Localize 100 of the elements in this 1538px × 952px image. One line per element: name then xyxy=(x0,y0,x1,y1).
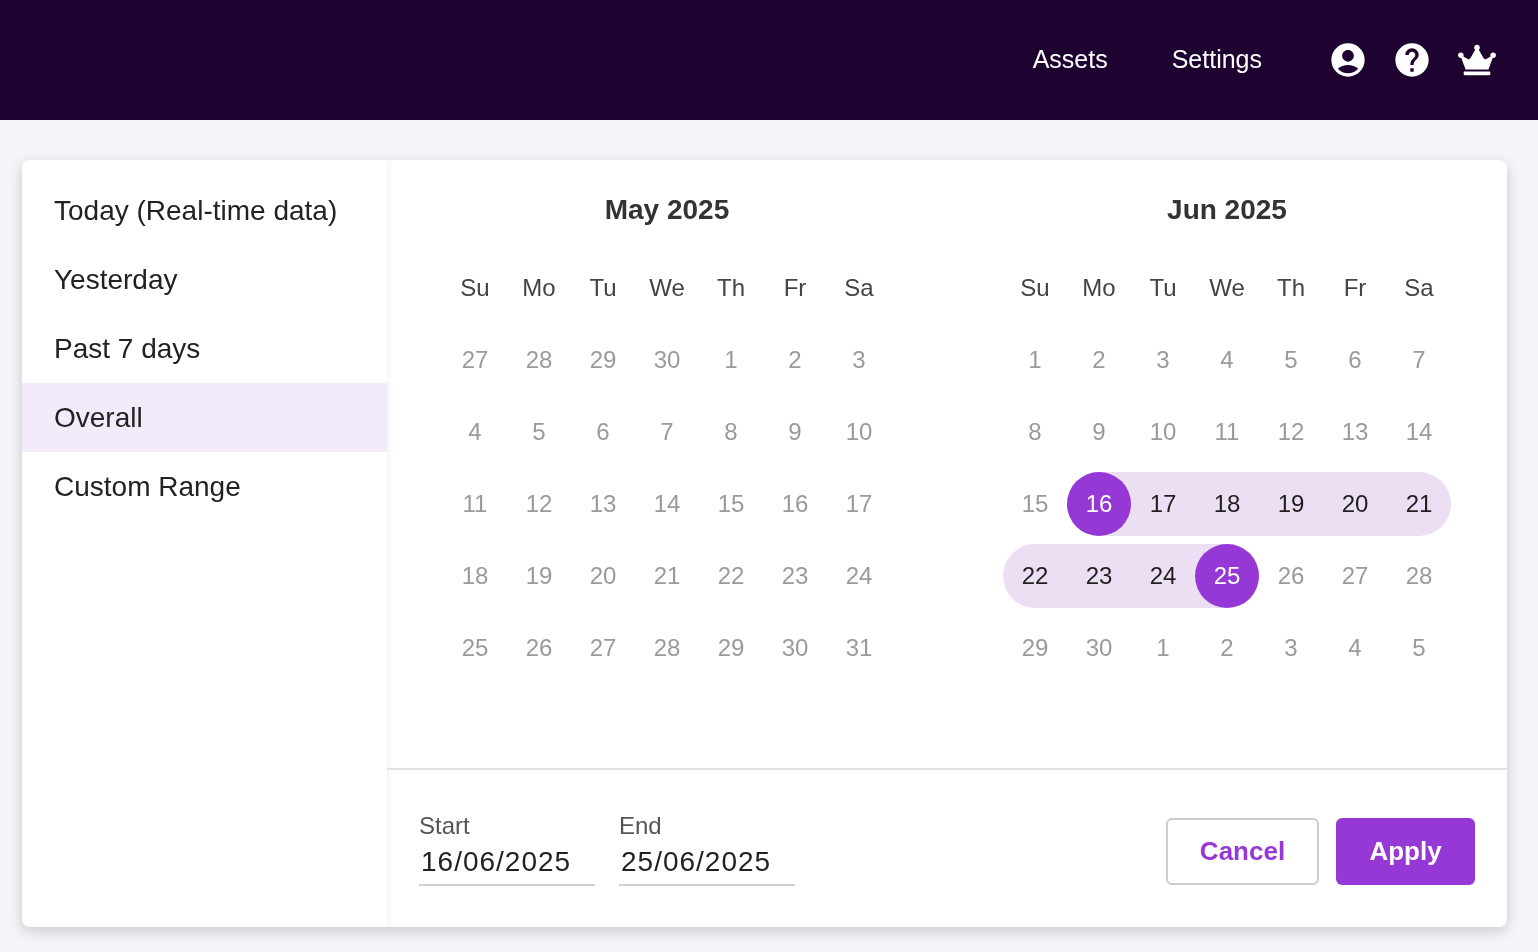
preset-item[interactable]: Yesterday xyxy=(22,245,387,314)
calendar-day[interactable]: 26 xyxy=(1259,544,1323,608)
calendar-day[interactable]: 26 xyxy=(507,616,571,680)
calendar-day[interactable]: 11 xyxy=(443,472,507,536)
weekday-label: Fr xyxy=(1342,273,1368,303)
calendar-day[interactable]: 6 xyxy=(1323,328,1387,392)
calendar-day[interactable]: 28 xyxy=(1387,544,1451,608)
weekday-label: Su xyxy=(459,273,491,303)
date-input[interactable]: 16/06/2025 xyxy=(419,839,595,886)
calendar-day[interactable]: 8 xyxy=(1003,400,1067,464)
weekday-label: Mo xyxy=(521,273,557,303)
calendar-day[interactable]: 3 xyxy=(827,328,891,392)
calendar-day[interactable]: 14 xyxy=(1387,400,1451,464)
weekday-label: Th xyxy=(1276,273,1306,303)
calendar-day[interactable]: 15 xyxy=(1003,472,1067,536)
date-input[interactable]: 25/06/2025 xyxy=(619,839,795,886)
date-label: End xyxy=(619,810,663,840)
calendar-day[interactable]: 15 xyxy=(699,472,763,536)
preset-item[interactable]: Today (Real-time data) xyxy=(22,176,387,245)
calendar-day[interactable]: 13 xyxy=(1323,400,1387,464)
calendar-day[interactable]: 25 xyxy=(1195,544,1259,608)
calendar-day[interactable]: 16 xyxy=(1067,472,1131,536)
calendar-day[interactable]: 12 xyxy=(507,472,571,536)
date-label: Start xyxy=(419,810,471,840)
calendar-day[interactable]: 27 xyxy=(1323,544,1387,608)
calendar-day[interactable]: 10 xyxy=(827,400,891,464)
calendar-day[interactable]: 2 xyxy=(1195,616,1259,680)
calendar-day[interactable]: 3 xyxy=(1131,328,1195,392)
calendar-day[interactable]: 17 xyxy=(827,472,891,536)
calendar-day[interactable]: 22 xyxy=(1003,544,1067,608)
calendar-day[interactable]: 28 xyxy=(507,328,571,392)
calendar-day[interactable]: 29 xyxy=(699,616,763,680)
calendar-day[interactable]: 12 xyxy=(1259,400,1323,464)
calendar-day[interactable]: 20 xyxy=(1323,472,1387,536)
weekday-label: We xyxy=(648,273,686,303)
calendar-day[interactable]: 19 xyxy=(507,544,571,608)
weekday-label: Su xyxy=(1019,273,1051,303)
calendar-day[interactable]: 30 xyxy=(763,616,827,680)
calendar-day[interactable]: 6 xyxy=(571,400,635,464)
weekday-label: Tu xyxy=(588,273,618,303)
calendar-day[interactable]: 30 xyxy=(1067,616,1131,680)
account-icon[interactable] xyxy=(1328,40,1368,80)
calendar-day[interactable]: 28 xyxy=(635,616,699,680)
weekday-label: Fr xyxy=(782,273,808,303)
month-title: May 2025 xyxy=(603,193,731,227)
calendar-day[interactable]: 1 xyxy=(699,328,763,392)
calendar-day[interactable]: 24 xyxy=(1131,544,1195,608)
calendar-day[interactable]: 4 xyxy=(1323,616,1387,680)
calendar-day[interactable]: 9 xyxy=(763,400,827,464)
calendar-day[interactable]: 27 xyxy=(571,616,635,680)
calendar-day[interactable]: 11 xyxy=(1195,400,1259,464)
nav-link[interactable]: Settings xyxy=(1171,41,1262,79)
preset-item[interactable]: Custom Range xyxy=(22,452,387,521)
calendar-day[interactable]: 2 xyxy=(763,328,827,392)
help-icon[interactable] xyxy=(1392,40,1432,80)
month-title: Jun 2025 xyxy=(1166,193,1288,227)
calendar-day[interactable]: 29 xyxy=(1003,616,1067,680)
calendar-day[interactable]: 10 xyxy=(1131,400,1195,464)
calendar-day[interactable]: 17 xyxy=(1131,472,1195,536)
preset-item[interactable]: Overall xyxy=(22,383,387,452)
calendar-day[interactable]: 14 xyxy=(635,472,699,536)
calendar-day[interactable]: 19 xyxy=(1259,472,1323,536)
calendar-day[interactable]: 3 xyxy=(1259,616,1323,680)
calendar-day[interactable]: 30 xyxy=(635,328,699,392)
calendar-day[interactable]: 1 xyxy=(1003,328,1067,392)
nav-link[interactable]: Assets xyxy=(1032,41,1108,79)
calendar-day[interactable]: 29 xyxy=(571,328,635,392)
calendar-day[interactable]: 13 xyxy=(571,472,635,536)
weekday-label: Sa xyxy=(843,273,875,303)
calendar-day[interactable]: 7 xyxy=(635,400,699,464)
calendar-day[interactable]: 4 xyxy=(1195,328,1259,392)
calendar-day[interactable]: 22 xyxy=(699,544,763,608)
calendar-day[interactable]: 18 xyxy=(443,544,507,608)
calendar-day[interactable]: 9 xyxy=(1067,400,1131,464)
cancel-button[interactable]: Cancel xyxy=(1166,818,1319,885)
apply-button[interactable]: Apply xyxy=(1336,818,1475,885)
weekday-label: Mo xyxy=(1081,273,1117,303)
calendar-day[interactable]: 4 xyxy=(443,400,507,464)
calendar-day[interactable]: 5 xyxy=(1259,328,1323,392)
calendar-day[interactable]: 21 xyxy=(1387,472,1451,536)
calendar-day[interactable]: 2 xyxy=(1067,328,1131,392)
calendar-day[interactable]: 1 xyxy=(1131,616,1195,680)
calendar-day[interactable]: 31 xyxy=(827,616,891,680)
calendar-day[interactable]: 5 xyxy=(1387,616,1451,680)
calendar-day[interactable]: 23 xyxy=(763,544,827,608)
weekday-label: Sa xyxy=(1403,273,1435,303)
calendar-day[interactable]: 25 xyxy=(443,616,507,680)
calendar-day[interactable]: 20 xyxy=(571,544,635,608)
calendar-day[interactable]: 7 xyxy=(1387,328,1451,392)
calendar-day[interactable]: 27 xyxy=(443,328,507,392)
preset-item[interactable]: Past 7 days xyxy=(22,314,387,383)
crown-icon[interactable] xyxy=(1458,43,1496,77)
calendar-day[interactable]: 23 xyxy=(1067,544,1131,608)
calendar-day[interactable]: 8 xyxy=(699,400,763,464)
calendar-day[interactable]: 5 xyxy=(507,400,571,464)
calendar-day[interactable]: 18 xyxy=(1195,472,1259,536)
calendar-day[interactable]: 24 xyxy=(827,544,891,608)
calendar-day[interactable]: 16 xyxy=(763,472,827,536)
weekday-label: Tu xyxy=(1148,273,1178,303)
calendar-day[interactable]: 21 xyxy=(635,544,699,608)
